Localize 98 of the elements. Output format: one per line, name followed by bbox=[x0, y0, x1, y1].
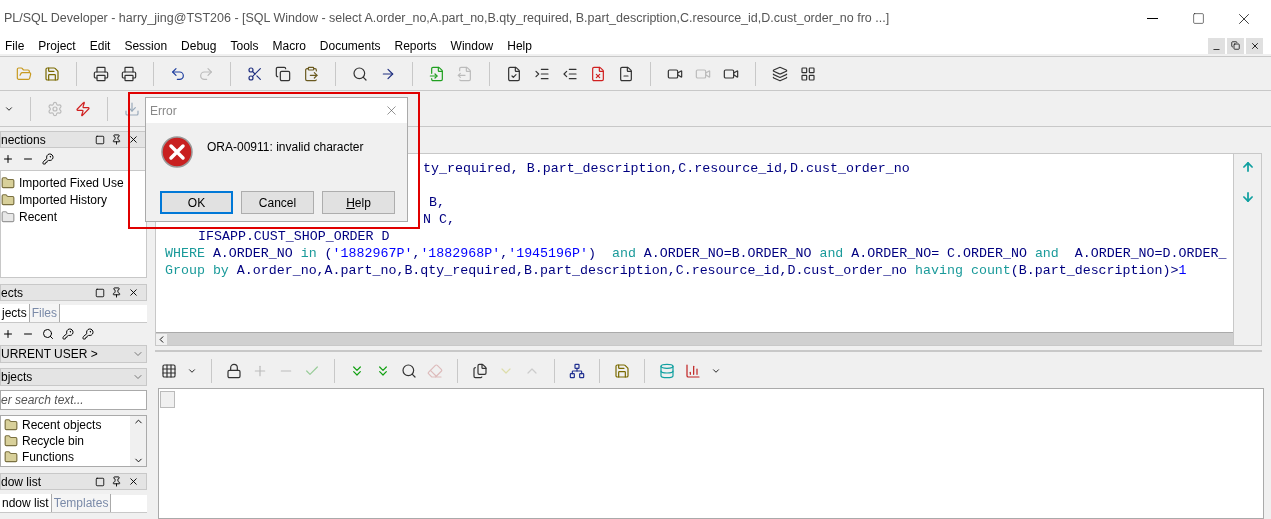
cascade-windows-icon[interactable] bbox=[772, 65, 788, 82]
document-minus-icon[interactable] bbox=[618, 65, 634, 82]
printer-icon[interactable] bbox=[121, 65, 137, 82]
pin-icon[interactable] bbox=[111, 287, 122, 298]
save-icon[interactable] bbox=[614, 363, 630, 379]
panel-title: ects bbox=[1, 284, 24, 302]
code-line: B, bbox=[429, 195, 445, 210]
error-message: ORA-00911: invalid character bbox=[207, 139, 364, 156]
dialog-button[interactable]: Help bbox=[322, 191, 395, 214]
close-icon[interactable] bbox=[128, 287, 139, 298]
dialog-button[interactable]: OK bbox=[160, 191, 233, 214]
database-icon[interactable] bbox=[659, 363, 675, 379]
mdi-restore-button[interactable] bbox=[1227, 37, 1244, 54]
maximize-icon bbox=[1191, 12, 1205, 25]
menu-item[interactable]: Macro bbox=[265, 36, 313, 55]
code-line: ty_required, B.part_description,C.resource_id,D.cust_order_no bbox=[423, 161, 910, 176]
tree-diagram-icon[interactable] bbox=[569, 363, 585, 379]
up-arrow-icon[interactable] bbox=[1240, 160, 1255, 174]
find-icon[interactable] bbox=[401, 363, 417, 379]
menu-item[interactable]: Documents bbox=[312, 36, 388, 55]
folder-icon bbox=[1, 192, 15, 207]
menu-item[interactable]: Session bbox=[117, 36, 175, 55]
dialog-button[interactable]: Cancel bbox=[241, 191, 314, 214]
undo-icon[interactable] bbox=[170, 65, 186, 82]
tree-item[interactable]: Functions bbox=[22, 448, 75, 466]
horizontal-scrollbar[interactable] bbox=[156, 332, 1233, 345]
type-select[interactable]: bjects bbox=[0, 368, 147, 386]
add-icon[interactable] bbox=[2, 153, 14, 165]
folder-icon bbox=[4, 418, 18, 432]
tree-item[interactable]: Recent bbox=[19, 207, 58, 226]
restore-icon bbox=[1231, 41, 1240, 50]
menu-item[interactable]: Window bbox=[443, 36, 501, 55]
code-line: WHERE A.ORDER_NO in ('1882967P','1882968P','1945196P') and A.ORDER_NO=B.ORDER_NO and A.ORDER_NO= C.ORDER_NO and A.ORDER_NO=D.ORDER_ bbox=[165, 246, 1227, 261]
lightning-icon[interactable] bbox=[75, 100, 91, 117]
code-line: IFSAPP.CUST_SHOP_ORDER D bbox=[198, 229, 390, 244]
close-icon bbox=[1249, 40, 1260, 51]
find-icon[interactable] bbox=[352, 65, 368, 82]
document-remove-icon[interactable] bbox=[590, 65, 606, 82]
menu-item[interactable]: Project bbox=[31, 36, 83, 55]
minimize-icon bbox=[1146, 18, 1158, 19]
bar-chart-icon[interactable] bbox=[685, 363, 701, 379]
tile-windows-icon[interactable] bbox=[800, 65, 816, 82]
save-icon[interactable] bbox=[44, 65, 60, 82]
menu-item[interactable]: File bbox=[0, 36, 32, 55]
menu-item[interactable]: Reports bbox=[387, 36, 444, 55]
dropdown-caret-icon[interactable] bbox=[711, 366, 721, 376]
search-field[interactable]: er search text... bbox=[0, 390, 147, 410]
menu-item[interactable]: Debug bbox=[174, 36, 224, 55]
dialog-title: Error bbox=[150, 102, 177, 120]
cut-icon[interactable] bbox=[247, 65, 263, 82]
recent-folder-icon bbox=[1, 209, 15, 224]
folder-icon bbox=[4, 434, 18, 448]
close-icon[interactable] bbox=[128, 476, 139, 487]
panel-tab[interactable]: ndow list bbox=[0, 494, 52, 512]
printer-icon[interactable] bbox=[93, 65, 109, 82]
tree-item[interactable]: Imported History bbox=[19, 190, 108, 209]
load-file-icon[interactable] bbox=[429, 65, 445, 82]
key-icon[interactable] bbox=[42, 153, 54, 165]
menu-item[interactable]: Help bbox=[500, 36, 539, 55]
float-icon[interactable] bbox=[95, 476, 105, 487]
mdi-minimize-button[interactable] bbox=[1208, 37, 1225, 54]
tree-item[interactable]: Imported Fixed Use bbox=[19, 173, 124, 192]
key-icon[interactable] bbox=[62, 328, 74, 340]
paste-icon[interactable] bbox=[303, 65, 319, 82]
tree-item[interactable]: Recent objects bbox=[22, 416, 102, 434]
window-title: PL/SQL Developer - harry_jing@TST206 - [SQL Window - select A.order_no,A.part_no,B.qty_required, B.part_description,C.resource_id,D.cust_order_no fro ...] bbox=[3, 10, 891, 28]
close-icon[interactable] bbox=[128, 134, 139, 145]
panel-tab[interactable]: jects bbox=[0, 304, 30, 322]
error-icon bbox=[161, 136, 193, 168]
download-icon[interactable] bbox=[124, 100, 140, 117]
code-line: N C, bbox=[423, 212, 455, 227]
grid-icon[interactable] bbox=[161, 363, 177, 379]
panel-title: dow list bbox=[1, 473, 42, 491]
lock-icon[interactable] bbox=[226, 363, 242, 379]
copy-icon[interactable] bbox=[275, 65, 291, 82]
document-check-icon[interactable] bbox=[506, 65, 522, 82]
menu-item[interactable]: Tools bbox=[223, 36, 266, 55]
user-select[interactable]: URRENT USER > bbox=[0, 345, 147, 363]
grid-corner-cell bbox=[160, 391, 175, 408]
panel-title: nections bbox=[1, 131, 47, 149]
folder-icon bbox=[1, 175, 15, 190]
dropdown-caret-icon[interactable] bbox=[187, 366, 197, 376]
find-icon[interactable] bbox=[42, 328, 54, 340]
add-icon[interactable] bbox=[2, 328, 14, 340]
scroll-left-icon[interactable] bbox=[156, 333, 167, 345]
float-icon[interactable] bbox=[95, 287, 105, 298]
menu-item[interactable]: Edit bbox=[82, 36, 118, 55]
down-arrow-icon[interactable] bbox=[1240, 190, 1255, 204]
scrollbar[interactable] bbox=[130, 416, 146, 466]
pin-icon[interactable] bbox=[111, 134, 122, 145]
pin-icon[interactable] bbox=[111, 476, 122, 487]
code-line: Group by A.order_no,A.part_no,B.qty_required,B.part_description,C.resource_id,D.cust_order_no having count(B.part_description)>1 bbox=[165, 263, 1187, 278]
tree-item[interactable]: Recycle bin bbox=[22, 432, 85, 450]
documents-icon[interactable] bbox=[472, 363, 488, 379]
key-icon[interactable] bbox=[82, 328, 94, 340]
folder-icon bbox=[4, 450, 18, 464]
mdi-close-button[interactable] bbox=[1246, 37, 1263, 54]
float-icon[interactable] bbox=[95, 134, 105, 145]
